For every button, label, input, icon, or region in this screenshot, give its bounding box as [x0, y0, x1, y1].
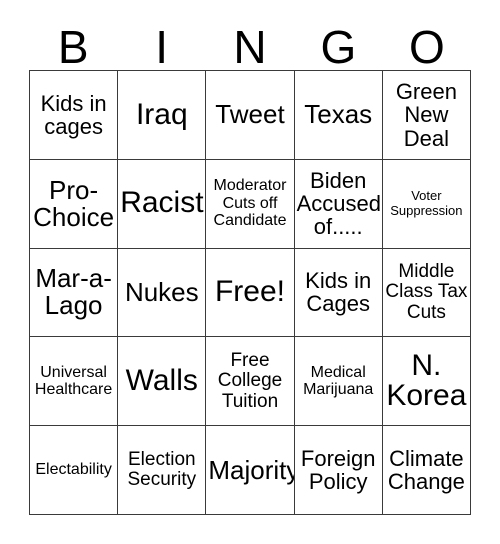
bingo-cell[interactable]: Foreign Policy: [294, 426, 383, 515]
bingo-cell[interactable]: Moderator Cuts off Candidate: [206, 159, 295, 249]
bingo-cell[interactable]: Middle Class Tax Cuts: [382, 248, 471, 338]
bingo-cell[interactable]: Mar-a-Lago: [30, 248, 119, 338]
bingo-cell[interactable]: Kids in cages: [30, 71, 119, 160]
bingo-cell-label: Free College Tuition: [217, 349, 283, 412]
bingo-cell-label: Middle Class Tax Cuts: [385, 260, 468, 323]
bingo-cell-label: Racist: [120, 186, 204, 220]
bingo-cell[interactable]: Universal Healthcare: [30, 337, 119, 427]
bingo-header: B I N G O: [29, 18, 471, 70]
bingo-cell[interactable]: Walls: [118, 337, 207, 427]
bingo-cell[interactable]: Texas: [294, 71, 383, 160]
bingo-cell-label: Election Security: [127, 448, 197, 491]
bingo-cell-label: Biden Accused of.....: [296, 167, 381, 240]
bingo-cell-label: Green New Deal: [395, 78, 457, 151]
bingo-cell-label: Kids in Cages: [305, 268, 372, 317]
bingo-cell-free[interactable]: Free!: [206, 248, 295, 338]
bingo-header-letter-g: G: [320, 21, 357, 73]
bingo-cell[interactable]: Biden Accused of.....: [294, 159, 383, 249]
bingo-cell[interactable]: Electability: [30, 426, 119, 515]
bingo-cell-label: Tweet: [215, 99, 285, 130]
bingo-cell-label: Kids in cages: [40, 90, 107, 139]
bingo-cell[interactable]: Nukes: [118, 248, 207, 338]
bingo-cell[interactable]: Racist: [118, 159, 207, 249]
bingo-cell-label: Texas: [304, 99, 373, 130]
bingo-cell-label: Medical Marijuana: [303, 363, 374, 399]
bingo-card: B I N G O Kids in cages Iraq Tweet Texas…: [29, 18, 471, 515]
bingo-cell-label: N. Korea: [386, 348, 467, 413]
bingo-header-letter-b: B: [57, 21, 89, 73]
bingo-header-letter-o: O: [408, 21, 445, 73]
bingo-cell[interactable]: Voter Suppression: [382, 159, 471, 249]
bingo-cell-label: Foreign Policy: [300, 445, 376, 495]
bingo-cell[interactable]: Medical Marijuana: [294, 337, 383, 427]
bingo-cell[interactable]: Free College Tuition: [206, 337, 295, 427]
bingo-cell-label: Climate Change: [387, 445, 465, 495]
bingo-cell-label: Nukes: [124, 276, 199, 307]
bingo-grid: Kids in cages Iraq Tweet Texas Green New…: [29, 70, 471, 515]
bingo-cell-label: Iraq: [135, 97, 188, 131]
bingo-cell[interactable]: Iraq: [118, 71, 207, 160]
bingo-header-letter-i: I: [155, 21, 168, 73]
bingo-cell-label: Moderator Cuts off Candidate: [213, 177, 287, 230]
bingo-cell[interactable]: Green New Deal: [382, 71, 471, 160]
bingo-cell[interactable]: Election Security: [118, 426, 207, 515]
bingo-cell-label: Majority: [208, 454, 295, 485]
bingo-cell-label: Free!: [214, 275, 285, 309]
bingo-cell[interactable]: Climate Change: [382, 426, 471, 515]
bingo-cell-label: Mar-a-Lago: [35, 263, 112, 321]
bingo-cell[interactable]: Pro-Choice: [30, 159, 119, 249]
bingo-cell-label: Walls: [125, 363, 198, 397]
bingo-header-letter-n: N: [233, 21, 267, 73]
bingo-cell-label: Electability: [35, 461, 112, 479]
bingo-cell-label: Voter Suppression: [390, 188, 463, 218]
bingo-cell[interactable]: N. Korea: [382, 337, 471, 427]
bingo-cell-label: Pro-Choice: [33, 174, 115, 232]
bingo-cell[interactable]: Tweet: [206, 71, 295, 160]
bingo-cell-label: Universal Healthcare: [34, 363, 113, 399]
bingo-cell[interactable]: Majority: [206, 426, 295, 515]
bingo-cell[interactable]: Kids in Cages: [294, 248, 383, 338]
